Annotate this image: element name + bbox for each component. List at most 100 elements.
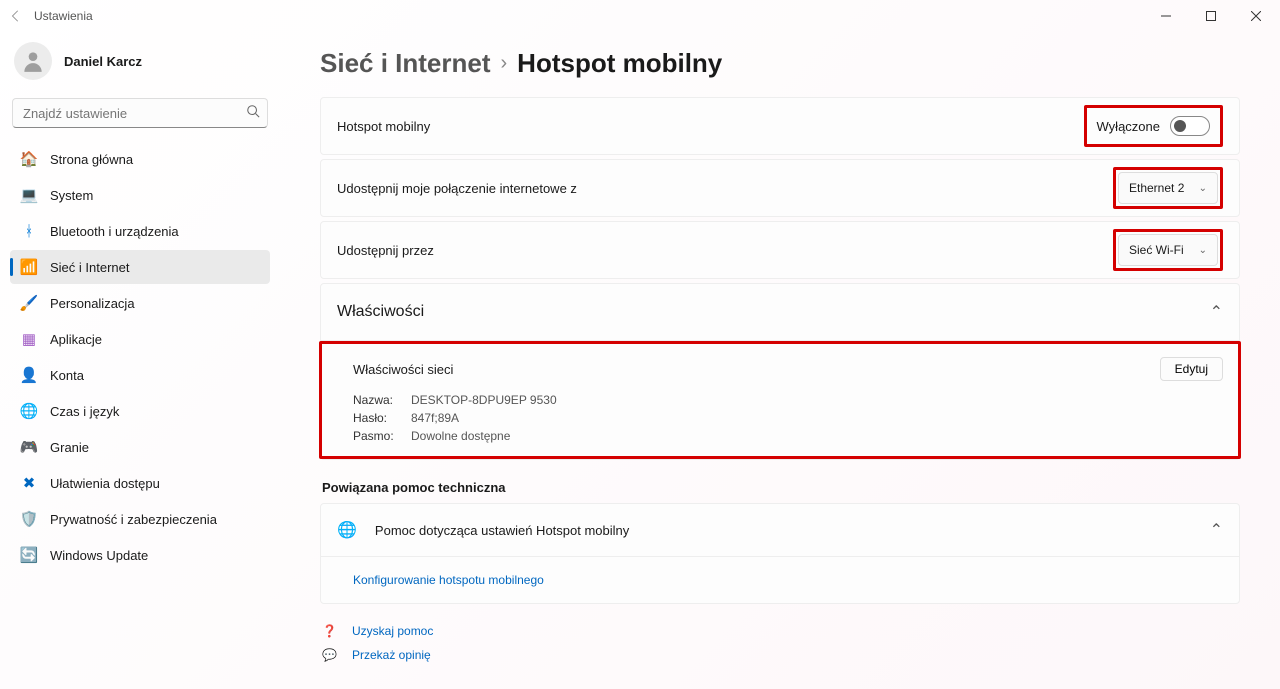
properties-card: Właściwości ⌃ Właściwości sieci Edytuj N…: [320, 283, 1240, 460]
properties-expander[interactable]: Właściwości ⌃: [321, 284, 1239, 340]
row-label: Hotspot mobilny: [337, 119, 430, 134]
properties-heading: Właściwości sieci: [353, 362, 453, 377]
row-label: Właściwości: [337, 303, 424, 321]
band-value: Dowolne dostępne: [411, 429, 1223, 443]
feedback-link[interactable]: 💬 Przekaż opinię: [320, 646, 1240, 664]
nav-system[interactable]: 💻 System: [10, 178, 270, 212]
nav-label: Bluetooth i urządzenia: [50, 224, 179, 239]
nav-label: System: [50, 188, 93, 203]
help-link-row: Konfigurowanie hotspotu mobilnego: [321, 556, 1239, 603]
update-icon: 🔄: [20, 546, 38, 564]
nav-label: Granie: [50, 440, 89, 455]
nav: 🏠 Strona główna 💻 System ᚼ Bluetooth i urzą…: [10, 142, 270, 572]
share-from-dropdown[interactable]: Ethernet 2 ⌄: [1118, 172, 1218, 204]
apps-icon: ▦: [20, 330, 38, 348]
titlebar: Ustawienia: [0, 0, 1280, 32]
hotspot-row: Hotspot mobilny Wyłączone: [321, 98, 1239, 154]
brush-icon: 🖌️: [20, 294, 38, 312]
system-icon: 💻: [20, 186, 38, 204]
edit-button[interactable]: Edytuj: [1160, 357, 1223, 381]
help-expander[interactable]: 🌐 Pomoc dotycząca ustawień Hotspot mobil…: [321, 504, 1239, 556]
share-over-row: Udostępnij przez Sieć Wi-Fi ⌄: [321, 222, 1239, 278]
properties-list: Nazwa: DESKTOP-8DPU9EP 9530 Hasło: 847f;…: [353, 393, 1223, 443]
nav-label: Strona główna: [50, 152, 133, 167]
share-over-card: Udostępnij przez Sieć Wi-Fi ⌄: [320, 221, 1240, 279]
shield-icon: 🛡️: [20, 510, 38, 528]
user-name: Daniel Karcz: [64, 54, 142, 69]
globe-icon: 🌐: [337, 520, 357, 540]
nav-apps[interactable]: ▦ Aplikacje: [10, 322, 270, 356]
nav-accessibility[interactable]: ✖‍Ułatwienia dostępu: [10, 466, 270, 500]
nav-time[interactable]: 🌐 Czas i język: [10, 394, 270, 428]
help-card: 🌐 Pomoc dotycząca ustawień Hotspot mobil…: [320, 503, 1240, 604]
help-title: Pomoc dotycząca ustawień Hotspot mobilny: [375, 523, 629, 538]
back-button[interactable]: [2, 2, 30, 30]
password-label: Hasło:: [353, 411, 403, 425]
breadcrumb: Sieć i Internet › Hotspot mobilny: [320, 48, 1240, 79]
hotspot-card: Hotspot mobilny Wyłączone: [320, 97, 1240, 155]
main-content: Sieć i Internet › Hotspot mobilny Hotspo…: [280, 32, 1280, 689]
chevron-up-icon: ⌃: [1210, 302, 1223, 322]
person-icon: 👤: [20, 366, 38, 384]
search-input[interactable]: [12, 98, 268, 128]
toggle-state: Wyłączone: [1097, 119, 1160, 134]
maximize-button[interactable]: [1188, 1, 1233, 31]
highlight-frame: Sieć Wi-Fi ⌄: [1113, 229, 1223, 271]
share-over-dropdown[interactable]: Sieć Wi-Fi ⌄: [1118, 234, 1218, 266]
search-container: [12, 98, 268, 128]
related-heading: Powiązana pomoc techniczna: [322, 480, 1240, 495]
search-icon: [246, 104, 260, 123]
get-help-link[interactable]: ❓ Uzyskaj pomoc: [320, 622, 1240, 640]
nav-accounts[interactable]: 👤 Konta: [10, 358, 270, 392]
nav-label: Aplikacje: [50, 332, 102, 347]
nav-home[interactable]: 🏠 Strona główna: [10, 142, 270, 176]
feedback-icon: 💬: [322, 648, 338, 662]
dropdown-value: Ethernet 2: [1129, 181, 1184, 195]
help-link[interactable]: Konfigurowanie hotspotu mobilnego: [353, 573, 544, 587]
nav-label: Windows Update: [50, 548, 148, 563]
profile[interactable]: Daniel Karcz: [10, 38, 270, 98]
nav-update[interactable]: 🔄 Windows Update: [10, 538, 270, 572]
share-from-card: Udostępnij moje połączenie internetowe z…: [320, 159, 1240, 217]
wifi-icon: 📶: [20, 258, 38, 276]
nav-network[interactable]: 📶 Sieć i Internet: [10, 250, 270, 284]
chevron-up-icon: ⌃: [1210, 520, 1223, 540]
page-title: Hotspot mobilny: [517, 48, 722, 79]
highlight-frame: Ethernet 2 ⌄: [1113, 167, 1223, 209]
bluetooth-icon: ᚼ: [20, 222, 38, 240]
share-from-row: Udostępnij moje połączenie internetowe z…: [321, 160, 1239, 216]
link-label: Przekaż opinię: [352, 648, 431, 662]
row-label: Udostępnij moje połączenie internetowe z: [337, 181, 577, 196]
home-icon: 🏠: [20, 150, 38, 168]
nav-personalization[interactable]: 🖌️ Personalizacja: [10, 286, 270, 320]
link-label: Uzyskaj pomoc: [352, 624, 433, 638]
nav-label: Czas i język: [50, 404, 119, 419]
gamepad-icon: 🎮: [20, 438, 38, 456]
avatar: [14, 42, 52, 80]
dropdown-value: Sieć Wi-Fi: [1129, 243, 1184, 257]
nav-label: Konta: [50, 368, 84, 383]
nav-label: Personalizacja: [50, 296, 135, 311]
nav-bluetooth[interactable]: ᚼ Bluetooth i urządzenia: [10, 214, 270, 248]
nav-label: Ułatwienia dostępu: [50, 476, 160, 491]
nav-label: Prywatność i zabezpieczenia: [50, 512, 217, 527]
row-label: Udostępnij przez: [337, 243, 434, 258]
sidebar: Daniel Karcz 🏠 Strona główna 💻 System ᚼ Blu…: [0, 32, 280, 689]
help-icon: ❓: [322, 624, 338, 638]
window-title: Ustawienia: [34, 9, 93, 23]
highlight-frame: Wyłączone: [1084, 105, 1223, 147]
nav-gaming[interactable]: 🎮 Granie: [10, 430, 270, 464]
globe-icon: 🌐: [20, 402, 38, 420]
minimize-button[interactable]: [1143, 1, 1188, 31]
chevron-down-icon: ⌄: [1199, 245, 1207, 256]
nav-label: Sieć i Internet: [50, 260, 130, 275]
chevron-down-icon: ⌄: [1199, 183, 1207, 194]
name-value: DESKTOP-8DPU9EP 9530: [411, 393, 1223, 407]
hotspot-toggle[interactable]: [1170, 116, 1210, 136]
nav-privacy[interactable]: 🛡️ Prywatność i zabezpieczenia: [10, 502, 270, 536]
properties-body: Właściwości sieci Edytuj Nazwa: DESKTOP-…: [321, 340, 1239, 459]
close-button[interactable]: [1233, 1, 1278, 31]
breadcrumb-parent[interactable]: Sieć i Internet: [320, 48, 491, 79]
band-label: Pasmo:: [353, 429, 403, 443]
password-value: 847f;89A: [411, 411, 1223, 425]
